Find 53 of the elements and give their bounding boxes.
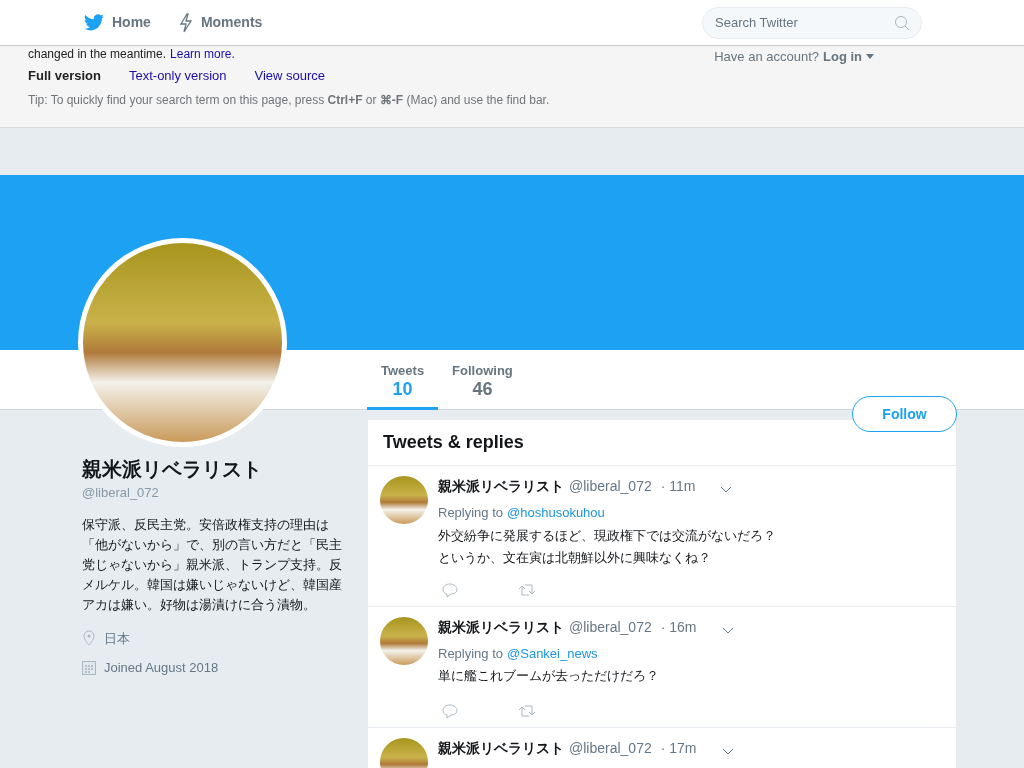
version-link[interactable]: Full version: [28, 66, 101, 86]
replying-label: Replying to: [438, 504, 504, 522]
avatar-photo: [380, 476, 428, 524]
lightning-icon: [178, 12, 193, 33]
reply-icon[interactable]: [442, 582, 458, 598]
tip-text: Tip: To quickly find your search term on this page, press Ctrl+F or ⌘-F (Mac) and use the find bar.: [28, 91, 550, 109]
avatar-photo: [380, 616, 428, 665]
tweet-time: · 16m: [660, 617, 697, 637]
tweet[interactable]: 親米派リベラリスト @liberal_072 · 17m: [368, 727, 956, 768]
mention-link[interactable]: @hoshusokuhou: [507, 503, 605, 523]
tweet-time: · 11m: [660, 477, 696, 496]
profile-bio: 保守派、反民主党。安倍政権支持の理由は「他がないから」で、別の言い方だと「民主党じゃないから」親米派、トランプ支持。反メルケル。韓国は嫌いじゃないけど、韓国産アカは嫌い。好物は湯漬けに合う漬物。: [82, 515, 343, 614]
timeline-title: Tweets & replies: [383, 431, 524, 454]
account-prompt: Have an account?: [714, 48, 819, 66]
tweet-author: 親米派リベラリスト: [438, 738, 564, 758]
nav-link[interactable]: Moments: [178, 12, 263, 33]
bird-icon: [84, 14, 104, 31]
profile-location: 日本: [104, 629, 130, 648]
join-date: Joined August 2018: [104, 659, 219, 677]
retweet-icon[interactable]: [518, 703, 536, 718]
calendar-icon: [82, 660, 96, 675]
tweet-handle: @liberal_072: [569, 617, 652, 637]
tweet-text: 単に艦これブームが去っただけだろ？: [438, 667, 660, 685]
replying-label: Replying to: [438, 644, 504, 663]
tweet-text: 外交紛争に発展するほど、現政権下では交流がないだろ？ というか、文在寅は北朝鮮以外に興味なくね？: [438, 526, 776, 567]
caret-icon[interactable]: [720, 486, 733, 493]
version-link[interactable]: View source: [254, 66, 326, 86]
caret-icon[interactable]: [721, 747, 734, 755]
profile-handle: @liberal_072: [82, 484, 160, 502]
login-link[interactable]: Log in: [823, 47, 874, 67]
tweet-handle: @liberal_072: [569, 477, 652, 496]
profile-tab[interactable]: Following 46: [438, 350, 527, 410]
reply-icon[interactable]: [442, 703, 458, 719]
tweet-author: 親米派リベラリスト: [438, 617, 564, 637]
mention-link[interactable]: @Sankei_news: [507, 643, 598, 663]
tweet[interactable]: 親米派リベラリスト @liberal_072 · 16m Replying to @Sankei_news 単に艦これブームが去っただけだろ？: [368, 606, 956, 728]
retweet-icon[interactable]: [518, 582, 536, 597]
tweet[interactable]: 親米派リベラリスト @liberal_072 · 11m Replying to @hoshusokuhou 外交紛争に発展するほど、現政権下では交流がないだろ？ というか、文在寅は北朝鮮以外に興味なくね？: [368, 466, 956, 607]
tweet-handle: @liberal_072: [569, 738, 652, 758]
search-field[interactable]: Search Twitter: [702, 6, 922, 39]
notice-text: changed in the meantime.: [28, 47, 167, 61]
caret-icon: [866, 54, 874, 60]
location-pin-icon: [82, 630, 96, 647]
tweet-author: 親米派リベラリスト: [438, 477, 564, 496]
profile-name: 親米派リベラリスト: [82, 457, 263, 482]
follow-button[interactable]: Follow: [852, 396, 957, 432]
learn-more-link[interactable]: Learn more.: [170, 47, 235, 61]
caret-icon[interactable]: [721, 626, 734, 634]
profile-tab[interactable]: Tweets 10: [367, 350, 439, 410]
search-icon: [894, 14, 910, 31]
tweet-time: · 17m: [660, 738, 697, 758]
nav-link[interactable]: Home: [84, 12, 151, 33]
version-link[interactable]: Text-only version: [128, 66, 227, 86]
